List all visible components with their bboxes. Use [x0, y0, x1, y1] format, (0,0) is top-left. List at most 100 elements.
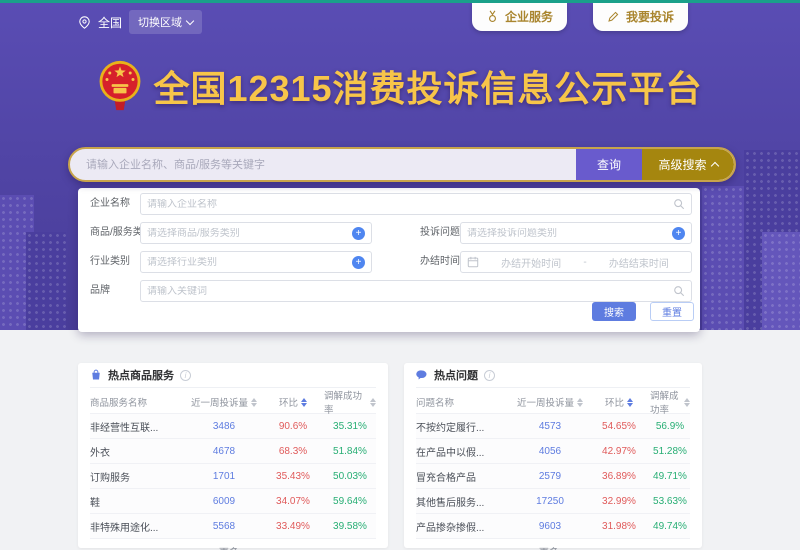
- cell-count: 2579: [538, 470, 562, 482]
- query-button[interactable]: 查询: [576, 149, 642, 180]
- company-name-input[interactable]: [147, 198, 673, 210]
- cell-success: 53.63%: [653, 495, 687, 507]
- column-success[interactable]: 调解成功率: [650, 388, 690, 416]
- start-time-placeholder[interactable]: 办结开始时间: [485, 255, 577, 270]
- brand-field: [140, 280, 692, 302]
- cell-count: 4573: [538, 420, 562, 432]
- keyword-search-input[interactable]: [70, 149, 576, 180]
- cell-success: 51.28%: [653, 445, 687, 457]
- table-row[interactable]: 在产品中以假... 4056 42.97% 51.28%: [416, 438, 690, 463]
- hot-problems-card: 热点问题 i 问题名称 近一周投诉量 环比 调解成功率 不按约定履行... 45…: [404, 363, 702, 550]
- table-row[interactable]: 非经营性互联... 3486 90.6% 35.31%: [90, 413, 376, 438]
- industry-category-field: +: [140, 251, 372, 273]
- advanced-search-label: 高级搜索: [658, 158, 707, 172]
- hot-goods-title: 热点商品服务: [108, 370, 174, 382]
- cell-count: 4056: [538, 445, 562, 457]
- table-row[interactable]: 订购服务 1701 35.43% 50.03%: [90, 463, 376, 488]
- hot-problems-column-headers: 问题名称 近一周投诉量 环比 调解成功率: [416, 388, 690, 416]
- cell-ratio: 31.98%: [602, 520, 636, 532]
- table-row[interactable]: 不按约定履行... 4573 54.65% 56.9%: [416, 413, 690, 438]
- search-icon: [674, 199, 685, 210]
- expand-category-icon[interactable]: +: [672, 226, 685, 240]
- speech-bubble-icon: [416, 370, 427, 380]
- hot-problems-title: 热点问题: [434, 370, 478, 382]
- sort-icon: [251, 397, 257, 407]
- table-row[interactable]: 外衣 4678 68.3% 51.84%: [90, 438, 376, 463]
- end-time-placeholder[interactable]: 办结结束时间: [593, 255, 685, 270]
- info-icon[interactable]: i: [484, 369, 495, 381]
- column-name: 商品服务名称: [90, 398, 148, 409]
- cell-count: 17250: [536, 495, 564, 507]
- cell-success: 51.84%: [333, 445, 367, 457]
- chevron-up-icon: [710, 161, 719, 171]
- cell-ratio: 42.97%: [602, 445, 636, 457]
- cell-count: 6009: [212, 495, 236, 507]
- cell-success: 49.74%: [653, 520, 687, 532]
- enterprise-service-button[interactable]: 企业服务: [471, 3, 567, 31]
- table-row[interactable]: 非特殊用途化... 5568 33.49% 39.58%: [90, 513, 376, 538]
- cell-count: 5568: [212, 520, 236, 532]
- form-search-button[interactable]: 搜索: [592, 302, 636, 321]
- hot-goods-more-link[interactable]: 更多...: [90, 538, 376, 550]
- column-ratio[interactable]: 环比: [262, 395, 324, 409]
- industry-category-label: 行业类别: [90, 256, 130, 267]
- info-icon[interactable]: i: [180, 369, 191, 381]
- sort-icon: [577, 397, 583, 407]
- cell-ratio: 36.89%: [602, 470, 636, 482]
- main-search-bar: 查询 高级搜索: [68, 147, 736, 182]
- hot-goods-card: 热点商品服务 i 商品服务名称 近一周投诉量 环比 调解成功率 非经营性互联..…: [78, 363, 388, 550]
- enterprise-service-label: 企业服务: [504, 10, 553, 24]
- table-row[interactable]: 其他售后服务... 17250 32.99% 53.63%: [416, 488, 690, 513]
- shopping-bag-icon: [92, 369, 100, 380]
- switch-region-label: 切换区域: [138, 17, 183, 29]
- brand-label: 品牌: [90, 285, 110, 296]
- building-silhouette: [762, 232, 800, 330]
- cell-ratio: 35.43%: [276, 470, 310, 482]
- industry-category-input[interactable]: [147, 256, 352, 268]
- finish-time-range-field[interactable]: 办结开始时间 - 办结结束时间: [460, 251, 692, 273]
- national-emblem-icon: [100, 60, 141, 111]
- hot-problems-more-link[interactable]: 更多...: [416, 538, 690, 550]
- hot-goods-header: 热点商品服务 i: [90, 363, 376, 388]
- cell-name: 不按约定履行...: [416, 422, 485, 434]
- advanced-search-button[interactable]: 高级搜索: [642, 149, 734, 180]
- table-row[interactable]: 鞋 6009 34.07% 59.64%: [90, 488, 376, 513]
- expand-category-icon[interactable]: +: [352, 226, 365, 240]
- table-row[interactable]: 冒充合格产品 2579 36.89% 49.71%: [416, 463, 690, 488]
- cell-name: 冒充合格产品: [416, 472, 476, 484]
- form-actions: 搜索 重置: [592, 302, 694, 321]
- cell-ratio: 54.65%: [602, 420, 636, 432]
- chevron-down-icon: [185, 16, 195, 25]
- table-row[interactable]: 产品掺杂掺假... 9603 31.98% 49.74%: [416, 513, 690, 538]
- location-pin-icon: [79, 15, 90, 29]
- page: 全国 切换区域 企业服务 我要投诉 全国12315消费投诉信息公示平台 请输入企…: [0, 0, 800, 550]
- complain-button[interactable]: 我要投诉: [592, 3, 688, 31]
- cell-success: 56.9%: [655, 420, 685, 432]
- cell-success: 49.71%: [653, 470, 687, 482]
- current-region-label: 全国: [98, 15, 123, 30]
- brand-input[interactable]: [147, 285, 673, 297]
- cell-name: 非特殊用途化...: [90, 522, 159, 534]
- cell-count: 3486: [212, 420, 236, 432]
- column-success[interactable]: 调解成功率: [324, 388, 376, 416]
- form-reset-button[interactable]: 重置: [650, 302, 694, 321]
- page-title: 全国12315消费投诉信息公示平台: [153, 68, 703, 109]
- topbar-actions: 企业服务 我要投诉: [471, 3, 688, 31]
- cell-count: 9603: [538, 520, 562, 532]
- hot-goods-column-headers: 商品服务名称 近一周投诉量 环比 调解成功率: [90, 388, 376, 416]
- column-ratio[interactable]: 环比: [588, 395, 650, 409]
- goods-category-input[interactable]: [147, 227, 352, 239]
- medal-icon: [488, 10, 496, 23]
- column-count[interactable]: 近一周投诉量: [512, 395, 588, 409]
- problem-category-input[interactable]: [467, 227, 672, 239]
- cell-success: 50.03%: [333, 470, 367, 482]
- switch-region-button[interactable]: 切换区域: [129, 10, 203, 34]
- sort-icon: [301, 397, 307, 407]
- expand-category-icon[interactable]: +: [352, 255, 365, 269]
- cell-success: 39.58%: [333, 520, 367, 532]
- cell-ratio: 90.6%: [278, 420, 308, 432]
- top-accent-stripe: [0, 0, 800, 3]
- cell-name: 订购服务: [90, 472, 130, 484]
- problem-category-field: +: [460, 222, 692, 244]
- column-count[interactable]: 近一周投诉量: [186, 395, 262, 409]
